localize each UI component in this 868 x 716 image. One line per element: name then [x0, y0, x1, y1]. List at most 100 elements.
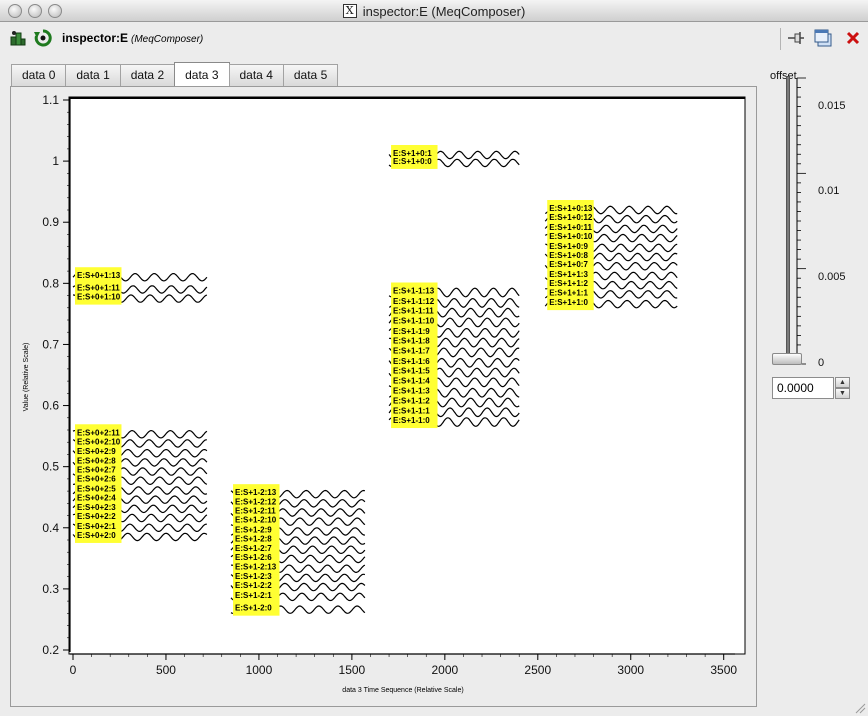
- series-label: E:S+0+2:11: [77, 428, 120, 437]
- resize-grip-icon[interactable]: [854, 702, 866, 714]
- window-title-area: X inspector:E (MeqComposer): [0, 0, 868, 22]
- tab-data-3[interactable]: data 3: [174, 62, 230, 86]
- series-label: E:S+1-1:10: [393, 316, 435, 325]
- inspector-name: inspector:E: [62, 31, 129, 45]
- series-label: E:S+0+2:8: [77, 456, 116, 465]
- offset-slider-handle[interactable]: [772, 353, 802, 365]
- tab-data-1[interactable]: data 1: [65, 64, 121, 86]
- offset-tick-label: 0.015: [818, 100, 846, 112]
- series-label: E:S+1-1:4: [393, 376, 430, 385]
- series-label: E:S+1-2:2: [235, 581, 272, 590]
- series-label: E:S+1-2:3: [235, 572, 272, 581]
- series-label: E:S+1+1:1: [549, 288, 588, 297]
- series-label: E:S+1-2:8: [235, 535, 272, 544]
- x-tick-label: 3500: [710, 663, 737, 677]
- tab-data-2[interactable]: data 2: [119, 64, 176, 86]
- series-label: E:S+1-1:7: [393, 346, 430, 355]
- offset-slider-track[interactable]: [786, 76, 790, 362]
- series-label: E:S+0+1:11: [77, 283, 120, 292]
- y-tick-label: 1: [52, 154, 59, 168]
- series-label: E:S+0+2:3: [77, 503, 116, 512]
- series-label: E:S+1-1:8: [393, 337, 430, 346]
- offset-label: offset: [770, 70, 797, 82]
- y-tick-label: 0.7: [42, 337, 59, 351]
- series-label: E:S+0+2:9: [77, 447, 116, 456]
- series-label: E:S+0+1:13: [77, 271, 121, 280]
- series-label: E:S+1+0:9: [549, 242, 588, 251]
- x-tick-label: 1000: [246, 663, 273, 677]
- series-label: E:S+1-2:6: [235, 553, 272, 562]
- offset-scale: 0.015 0.01 0.005 0: [796, 77, 846, 368]
- toolbar-separator: [780, 28, 781, 50]
- y-tick-label: 0.2: [42, 643, 59, 657]
- series-label: E:S+1-2:7: [235, 544, 272, 553]
- series-label: E:S+1-1:1: [393, 406, 430, 415]
- series-label: E:S+1-1:11: [393, 307, 434, 316]
- data-tabs: data 0 data 1 data 2 data 3 data 4 data …: [11, 62, 339, 86]
- offset-value-input[interactable]: 0.0000: [772, 377, 834, 399]
- series-label: E:S+1-2:13: [235, 563, 277, 572]
- results-icon[interactable]: [8, 28, 28, 48]
- plot-canvas[interactable]: 0.2 0.3 0.4 0.5 0.6 0.7 0.8 0.9 1 1.1 0 500 1000 1500…: [11, 87, 756, 706]
- series-label: E:S+1+0:0: [393, 157, 432, 166]
- series-label: E:S+1-1:3: [393, 387, 430, 396]
- offset-spinbox: 0.0000 ▲ ▼: [772, 377, 850, 399]
- series-label: E:S+1-1:13: [393, 287, 435, 296]
- series-label: E:S+1+0:7: [549, 260, 588, 269]
- x-tick-label: 2000: [431, 663, 458, 677]
- series-label: E:S+1-1:9: [393, 327, 430, 336]
- series-label: E:S+0+2:7: [77, 466, 116, 475]
- series-label: E:S+0+1:10: [77, 293, 121, 302]
- x-tick-label: 500: [156, 663, 176, 677]
- series-label: E:S+1-2:13: [235, 488, 277, 497]
- close-icon[interactable]: [843, 28, 863, 48]
- plot-panel: 0.2 0.3 0.4 0.5 0.6 0.7 0.8 0.9 1 1.1 0 500 1000 1500…: [10, 86, 757, 707]
- series-label: E:S+0+2:10: [77, 437, 121, 446]
- series-label: E:S+1+0:8: [549, 251, 588, 260]
- x-tick-label: 2500: [524, 663, 551, 677]
- toolbar: inspector:E (MeqComposer): [0, 24, 868, 52]
- series-label: E:S+1+1:3: [549, 270, 588, 279]
- series-label: E:S+1-1:5: [393, 367, 430, 376]
- series-label: E:S+1+0:13: [549, 204, 593, 213]
- series-label: E:S+1-1:2: [393, 397, 430, 406]
- series-label: E:S+1-2:12: [235, 497, 277, 506]
- x-tick-label: 3000: [617, 663, 644, 677]
- series-label: E:S+1-2:0: [235, 604, 272, 613]
- series-label: E:S+1-2:11: [235, 507, 276, 516]
- pin-icon[interactable]: [786, 28, 806, 48]
- series-label: E:S+1-2:9: [235, 525, 272, 534]
- y-axis-label: Value (Relative Scale): [23, 343, 30, 412]
- y-tick-label: 0.3: [42, 582, 59, 596]
- series-label: E:S+1-1:0: [393, 416, 430, 425]
- tab-data-5[interactable]: data 5: [282, 64, 339, 86]
- series-label: E:S+1-1:6: [393, 357, 430, 366]
- y-tick-label: 0.6: [42, 399, 59, 413]
- window-icon[interactable]: [813, 28, 833, 48]
- y-tick-label: 0.8: [42, 276, 59, 290]
- spin-down-button[interactable]: ▼: [835, 388, 850, 399]
- series-label: E:S+1+1:0: [549, 298, 588, 307]
- series-label: E:S+0+2:6: [77, 475, 116, 484]
- offset-tick-label: 0.005: [818, 271, 846, 283]
- title-bar: X inspector:E (MeqComposer): [0, 0, 868, 22]
- x-tick-label: 0: [70, 663, 77, 677]
- y-tick-label: 0.5: [42, 460, 59, 474]
- y-tick-label: 0.4: [42, 521, 59, 535]
- series-label: E:S+0+2:2: [77, 512, 116, 521]
- x-axis-label: data 3 Time Sequence (Relative Scale): [342, 687, 463, 694]
- series-label: E:S+1-1:12: [393, 297, 435, 306]
- series-label: E:S+0+2:4: [77, 494, 116, 503]
- tab-data-4[interactable]: data 4: [228, 64, 284, 86]
- inspector-window: X inspector:E (MeqComposer) inspector:E(…: [0, 0, 868, 716]
- refresh-icon[interactable]: [33, 28, 53, 48]
- spin-up-button[interactable]: ▲: [835, 377, 850, 388]
- series-label: E:S+1+0:10: [549, 232, 593, 241]
- inspector-title: inspector:E (MeqComposer): [62, 31, 203, 45]
- tab-data-0[interactable]: data 0: [11, 64, 67, 86]
- series-label: E:S+1+1:2: [549, 279, 588, 288]
- offset-tick-label: 0.01: [818, 185, 839, 197]
- window-title: inspector:E (MeqComposer): [362, 3, 526, 19]
- series-label: E:S+0+2:5: [77, 485, 116, 494]
- series-label: E:S+1-2:1: [235, 591, 272, 600]
